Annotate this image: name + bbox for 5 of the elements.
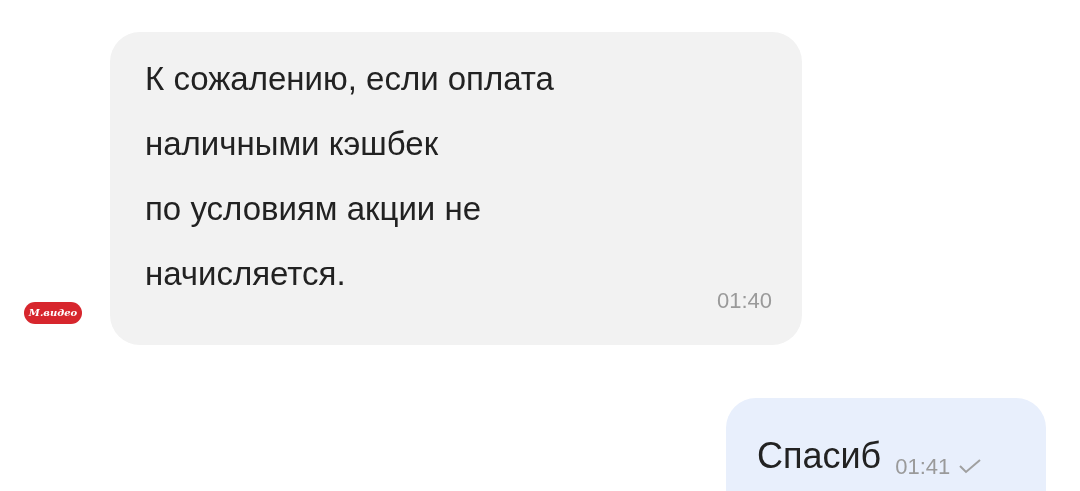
message-time: 01:41 bbox=[895, 453, 951, 481]
message-text: Спасиб bbox=[757, 434, 882, 478]
sender-logo: М.видео bbox=[24, 302, 82, 324]
message-time: 01:40 bbox=[716, 287, 772, 315]
message-text: К сожалению, если оплата наличными кэшбек по условиям акции не начисляется. bbox=[145, 59, 554, 294]
